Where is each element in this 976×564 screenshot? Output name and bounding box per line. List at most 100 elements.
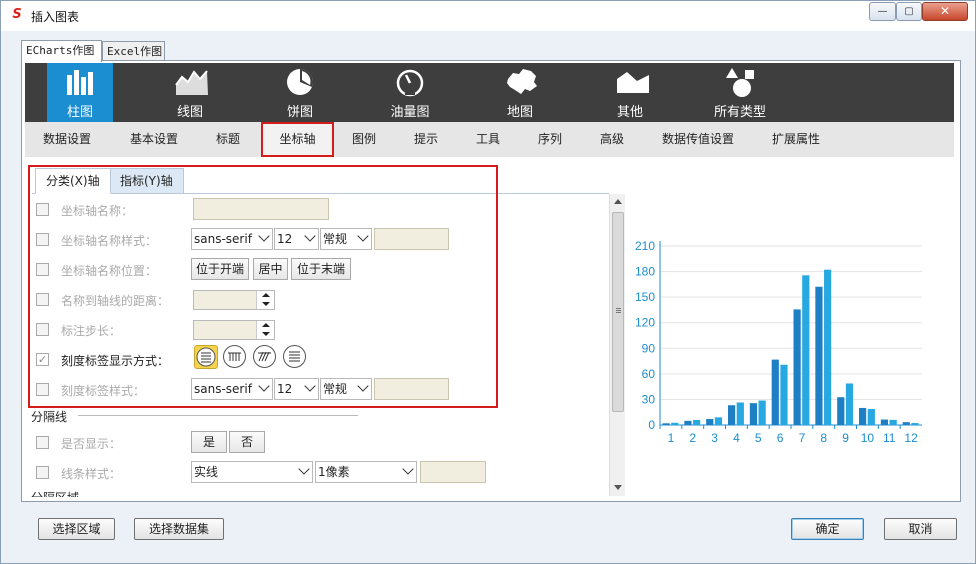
tab-y-axis[interactable]: 指标(Y)轴 (109, 168, 184, 194)
cancel-button[interactable]: 取消 (884, 518, 957, 540)
scrollbar-thumb[interactable] (612, 212, 624, 412)
tick-vertical-icon[interactable] (223, 345, 246, 368)
chart-type-gauge[interactable]: 油量图 (377, 63, 443, 122)
tab-title[interactable]: 标题 (216, 122, 240, 157)
tab-echarts[interactable]: ECharts作图 (21, 40, 102, 62)
select-area-button[interactable]: 选择区域 (38, 518, 115, 540)
scroll-up-icon[interactable] (614, 199, 622, 204)
tab-x-axis[interactable]: 分类(X)轴 (35, 168, 111, 194)
split-line-style-checkbox[interactable] (36, 466, 49, 479)
axis-name-input[interactable] (193, 198, 329, 220)
tick-font-size-select[interactable]: 12 (274, 378, 319, 400)
bar (867, 408, 875, 425)
position-middle-button[interactable]: 居中 (253, 258, 288, 280)
font-weight-value: 常规 (323, 382, 348, 396)
tick-font-family-select[interactable]: sans-serif (191, 378, 273, 400)
tab-series[interactable]: 序列 (538, 122, 562, 157)
label-step-stepper[interactable] (193, 320, 275, 340)
chart-type-all[interactable]: 所有类型 (707, 63, 773, 122)
tick-label-mode-label: 刻度标签显示方式： (61, 354, 170, 368)
tab-advanced[interactable]: 高级 (600, 122, 624, 157)
axis-name-color-input[interactable] (374, 228, 449, 250)
tab-legend[interactable]: 图例 (352, 122, 376, 157)
pie-chart-icon (287, 69, 313, 95)
app-logo-icon: S (12, 7, 22, 22)
y-tick-label: 0 (648, 418, 655, 432)
name-distance-label: 名称到轴线的距离： (61, 294, 170, 308)
bar (880, 419, 889, 425)
chevron-down-icon (304, 230, 316, 242)
name-distance-checkbox[interactable] (36, 293, 49, 306)
axis-name-style-checkbox[interactable] (36, 233, 49, 246)
font-family-value: sans-serif (194, 382, 252, 396)
tab-basic-settings[interactable]: 基本设置 (130, 122, 178, 157)
split-line-section-title: 分隔线 (31, 410, 68, 424)
y-tick-label: 30 (642, 392, 656, 406)
bar (837, 397, 845, 425)
position-start-button[interactable]: 位于开端 (191, 258, 249, 280)
axis-name-font-family-select[interactable]: sans-serif (191, 228, 273, 250)
split-line-color-input[interactable] (420, 461, 486, 483)
y-tick-label: 210 (635, 239, 655, 253)
tick-label-mode-checkbox[interactable]: ✓ (36, 353, 49, 366)
chart-type-line-chart[interactable]: 线图 (157, 63, 223, 122)
tab-data-passing[interactable]: 数据传值设置 (662, 122, 734, 157)
tick-stacked-icon[interactable] (283, 345, 306, 368)
font-size-value: 12 (277, 382, 293, 396)
label-step-checkbox[interactable] (36, 323, 49, 336)
chart-type-label: 线图 (176, 105, 203, 120)
line-width-value: 1像素 (318, 465, 350, 479)
axis-name-font-weight-select[interactable]: 常规 (320, 228, 372, 250)
axis-name-checkbox[interactable] (36, 203, 49, 216)
maximize-button[interactable]: ▢ (896, 2, 922, 21)
label-step-label: 标注步长： (61, 324, 122, 338)
chevron-down-icon (298, 463, 310, 475)
select-dataset-button[interactable]: 选择数据集 (134, 518, 224, 540)
line-type-select[interactable]: 实线 (191, 461, 313, 483)
tick-font-weight-select[interactable]: 常规 (320, 378, 372, 400)
y-tick-label: 90 (642, 341, 656, 355)
line-type-value: 实线 (194, 465, 219, 479)
name-distance-stepper[interactable] (193, 290, 275, 310)
position-end-button[interactable]: 位于末端 (291, 258, 351, 280)
tab-data-settings[interactable]: 数据设置 (43, 122, 91, 157)
tab-extended-properties[interactable]: 扩展属性 (772, 122, 820, 157)
tab-axis[interactable]: 坐标轴 (261, 122, 334, 157)
scroll-down-icon[interactable] (614, 485, 622, 490)
split-line-yes-button[interactable]: 是 (191, 431, 227, 453)
y-tick-label: 120 (635, 316, 655, 330)
chevron-down-icon (402, 463, 414, 475)
tab-tooltip[interactable]: 提示 (414, 122, 438, 157)
chart-type-pie-chart[interactable]: 饼图 (267, 63, 333, 122)
tab-toolbox[interactable]: 工具 (476, 122, 500, 157)
bar (802, 275, 810, 425)
axis-name-position-checkbox[interactable] (36, 263, 49, 276)
minimize-button[interactable]: — (869, 2, 896, 21)
chevron-down-icon (258, 230, 270, 242)
stepper-arrows-icon[interactable] (256, 291, 274, 309)
tick-rotated-icon[interactable] (253, 345, 276, 368)
bar (771, 359, 779, 425)
line-width-select[interactable]: 1像素 (315, 461, 417, 483)
chart-type-other[interactable]: 其他 (597, 63, 663, 122)
chart-type-label: 地图 (506, 105, 533, 120)
y-tick-label: 180 (635, 265, 655, 279)
axis-name-font-size-select[interactable]: 12 (274, 228, 319, 250)
chart-preview-pane: 0 30 60 90 120 150 180 210 1 2 3 4 5 6 7 8 9 10 11 12 (625, 157, 954, 497)
chart-type-bar-chart[interactable]: 柱图 (47, 63, 113, 122)
axis-name-position-label: 坐标轴名称位置： (61, 264, 158, 278)
tick-horizontal-icon[interactable] (194, 345, 218, 369)
ok-button[interactable]: 确定 (791, 518, 864, 540)
tick-label-color-input[interactable] (374, 378, 449, 400)
bar-chart-preview: 03060901201501802101 2 3 4 5 6 7 8 9 10 11 12 (635, 239, 922, 445)
stepper-arrows-icon[interactable] (256, 321, 274, 339)
split-line-no-button[interactable]: 否 (229, 431, 265, 453)
close-button[interactable]: ✕ (922, 2, 968, 21)
split-line-show-checkbox[interactable] (36, 436, 49, 449)
bar (780, 364, 788, 425)
split-line-show-label: 是否显示： (61, 437, 122, 451)
settings-scrollbar[interactable] (609, 194, 625, 496)
tab-excel[interactable]: Excel作图 (102, 41, 165, 62)
chart-type-map[interactable]: 地图 (487, 63, 553, 122)
tick-label-style-checkbox[interactable] (36, 383, 49, 396)
